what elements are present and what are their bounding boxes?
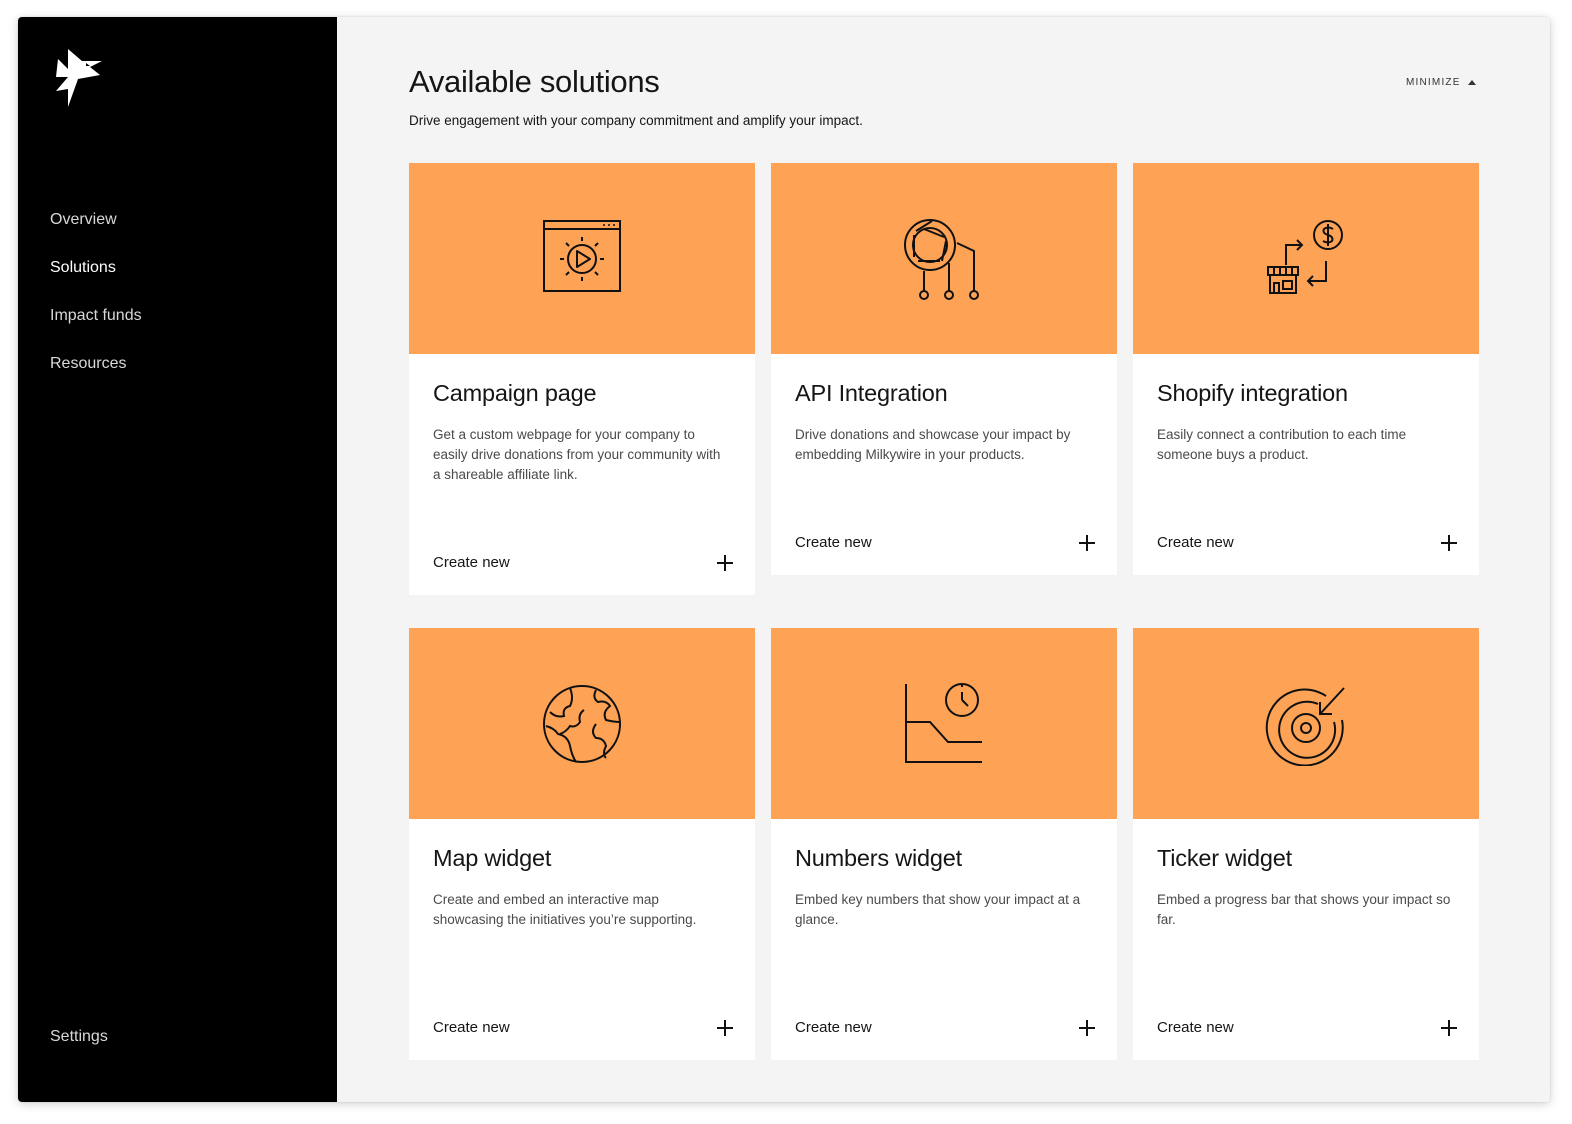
solution-card-map-widget[interactable]: Map widget Create and embed an interacti… — [409, 628, 755, 1060]
chart-clock-icon — [905, 682, 982, 763]
card-body: Campaign page Get a custom webpage for y… — [409, 354, 755, 485]
create-new-button[interactable]: Create new — [1157, 1019, 1457, 1036]
sidebar-item-settings[interactable]: Settings — [50, 1028, 108, 1046]
shop-dollar-icon — [1267, 219, 1343, 294]
bird-logo-icon[interactable] — [52, 47, 104, 107]
create-new-button[interactable]: Create new — [433, 554, 733, 571]
create-new-button[interactable]: Create new — [1157, 534, 1457, 551]
card-title: Shopify integration — [1157, 380, 1348, 406]
sidebar-nav: Overview Solutions Impact funds Resource… — [50, 209, 142, 401]
create-new-button[interactable]: Create new — [795, 1019, 1095, 1036]
globe-icon — [543, 684, 621, 763]
create-new-label: Create new — [1157, 534, 1234, 551]
card-banner — [771, 628, 1117, 819]
sidebar-item-overview[interactable]: Overview — [50, 209, 142, 257]
caret-up-icon — [1467, 80, 1476, 85]
card-title: Campaign page — [433, 380, 597, 406]
create-new-label: Create new — [795, 1019, 872, 1036]
card-title: API Integration — [795, 380, 948, 406]
solution-card-numbers-widget[interactable]: Numbers widget Embed key numbers that sh… — [771, 628, 1117, 1060]
sidebar-item-resources[interactable]: Resources — [50, 353, 142, 401]
plus-icon — [717, 1019, 733, 1036]
card-description: Create and embed an interactive map show… — [433, 892, 697, 927]
card-banner — [409, 628, 755, 819]
minimize-label: MINIMIZE — [1406, 77, 1461, 88]
card-body: Numbers widget Embed key numbers that sh… — [771, 819, 1117, 930]
main-content: Available solutions Drive engagement wit… — [337, 17, 1550, 1102]
plus-icon — [1441, 534, 1457, 551]
video-page-icon — [543, 219, 621, 292]
card-description: Easily connect a contribution to each ti… — [1157, 427, 1407, 462]
card-description: Drive donations and showcase your impact… — [795, 427, 1071, 462]
create-new-label: Create new — [1157, 1019, 1234, 1036]
solution-card-campaign-page[interactable]: Campaign page Get a custom webpage for y… — [409, 163, 755, 595]
page-title: Available solutions — [409, 64, 660, 99]
card-banner — [409, 163, 755, 354]
card-description: Embed key numbers that show your impact … — [795, 892, 1081, 927]
card-banner — [1133, 628, 1479, 819]
app-window: Overview Solutions Impact funds Resource… — [18, 17, 1550, 1102]
sidebar: Overview Solutions Impact funds Resource… — [18, 17, 337, 1102]
create-new-label: Create new — [433, 1019, 510, 1036]
card-banner — [1133, 163, 1479, 354]
card-body: Map widget Create and embed an interacti… — [409, 819, 755, 930]
card-body: Ticker widget Embed a progress bar that … — [1133, 819, 1479, 930]
solution-card-shopify-integration[interactable]: Shopify integration Easily connect a con… — [1133, 163, 1479, 575]
card-banner — [771, 163, 1117, 354]
plus-icon — [1079, 1019, 1095, 1036]
sidebar-item-impact-funds[interactable]: Impact funds — [50, 305, 142, 353]
card-description: Embed a progress bar that shows your imp… — [1157, 892, 1451, 927]
solution-card-api-integration[interactable]: API Integration Drive donations and show… — [771, 163, 1117, 575]
plus-icon — [717, 554, 733, 571]
api-integration-icon — [904, 218, 979, 300]
page-subtitle: Drive engagement with your company commi… — [409, 113, 863, 128]
card-body: API Integration Drive donations and show… — [771, 354, 1117, 465]
create-new-button[interactable]: Create new — [433, 1019, 733, 1036]
create-new-label: Create new — [795, 534, 872, 551]
card-title: Numbers widget — [795, 845, 962, 871]
create-new-label: Create new — [433, 554, 510, 571]
solution-card-ticker-widget[interactable]: Ticker widget Embed a progress bar that … — [1133, 628, 1479, 1060]
sidebar-item-solutions[interactable]: Solutions — [50, 257, 142, 305]
target-icon — [1265, 686, 1345, 766]
card-body: Shopify integration Easily connect a con… — [1133, 354, 1479, 465]
minimize-button[interactable]: MINIMIZE — [1406, 77, 1476, 88]
card-title: Ticker widget — [1157, 845, 1292, 871]
card-description: Get a custom webpage for your company to… — [433, 427, 721, 482]
plus-icon — [1441, 1019, 1457, 1036]
create-new-button[interactable]: Create new — [795, 534, 1095, 551]
plus-icon — [1079, 534, 1095, 551]
card-title: Map widget — [433, 845, 552, 871]
